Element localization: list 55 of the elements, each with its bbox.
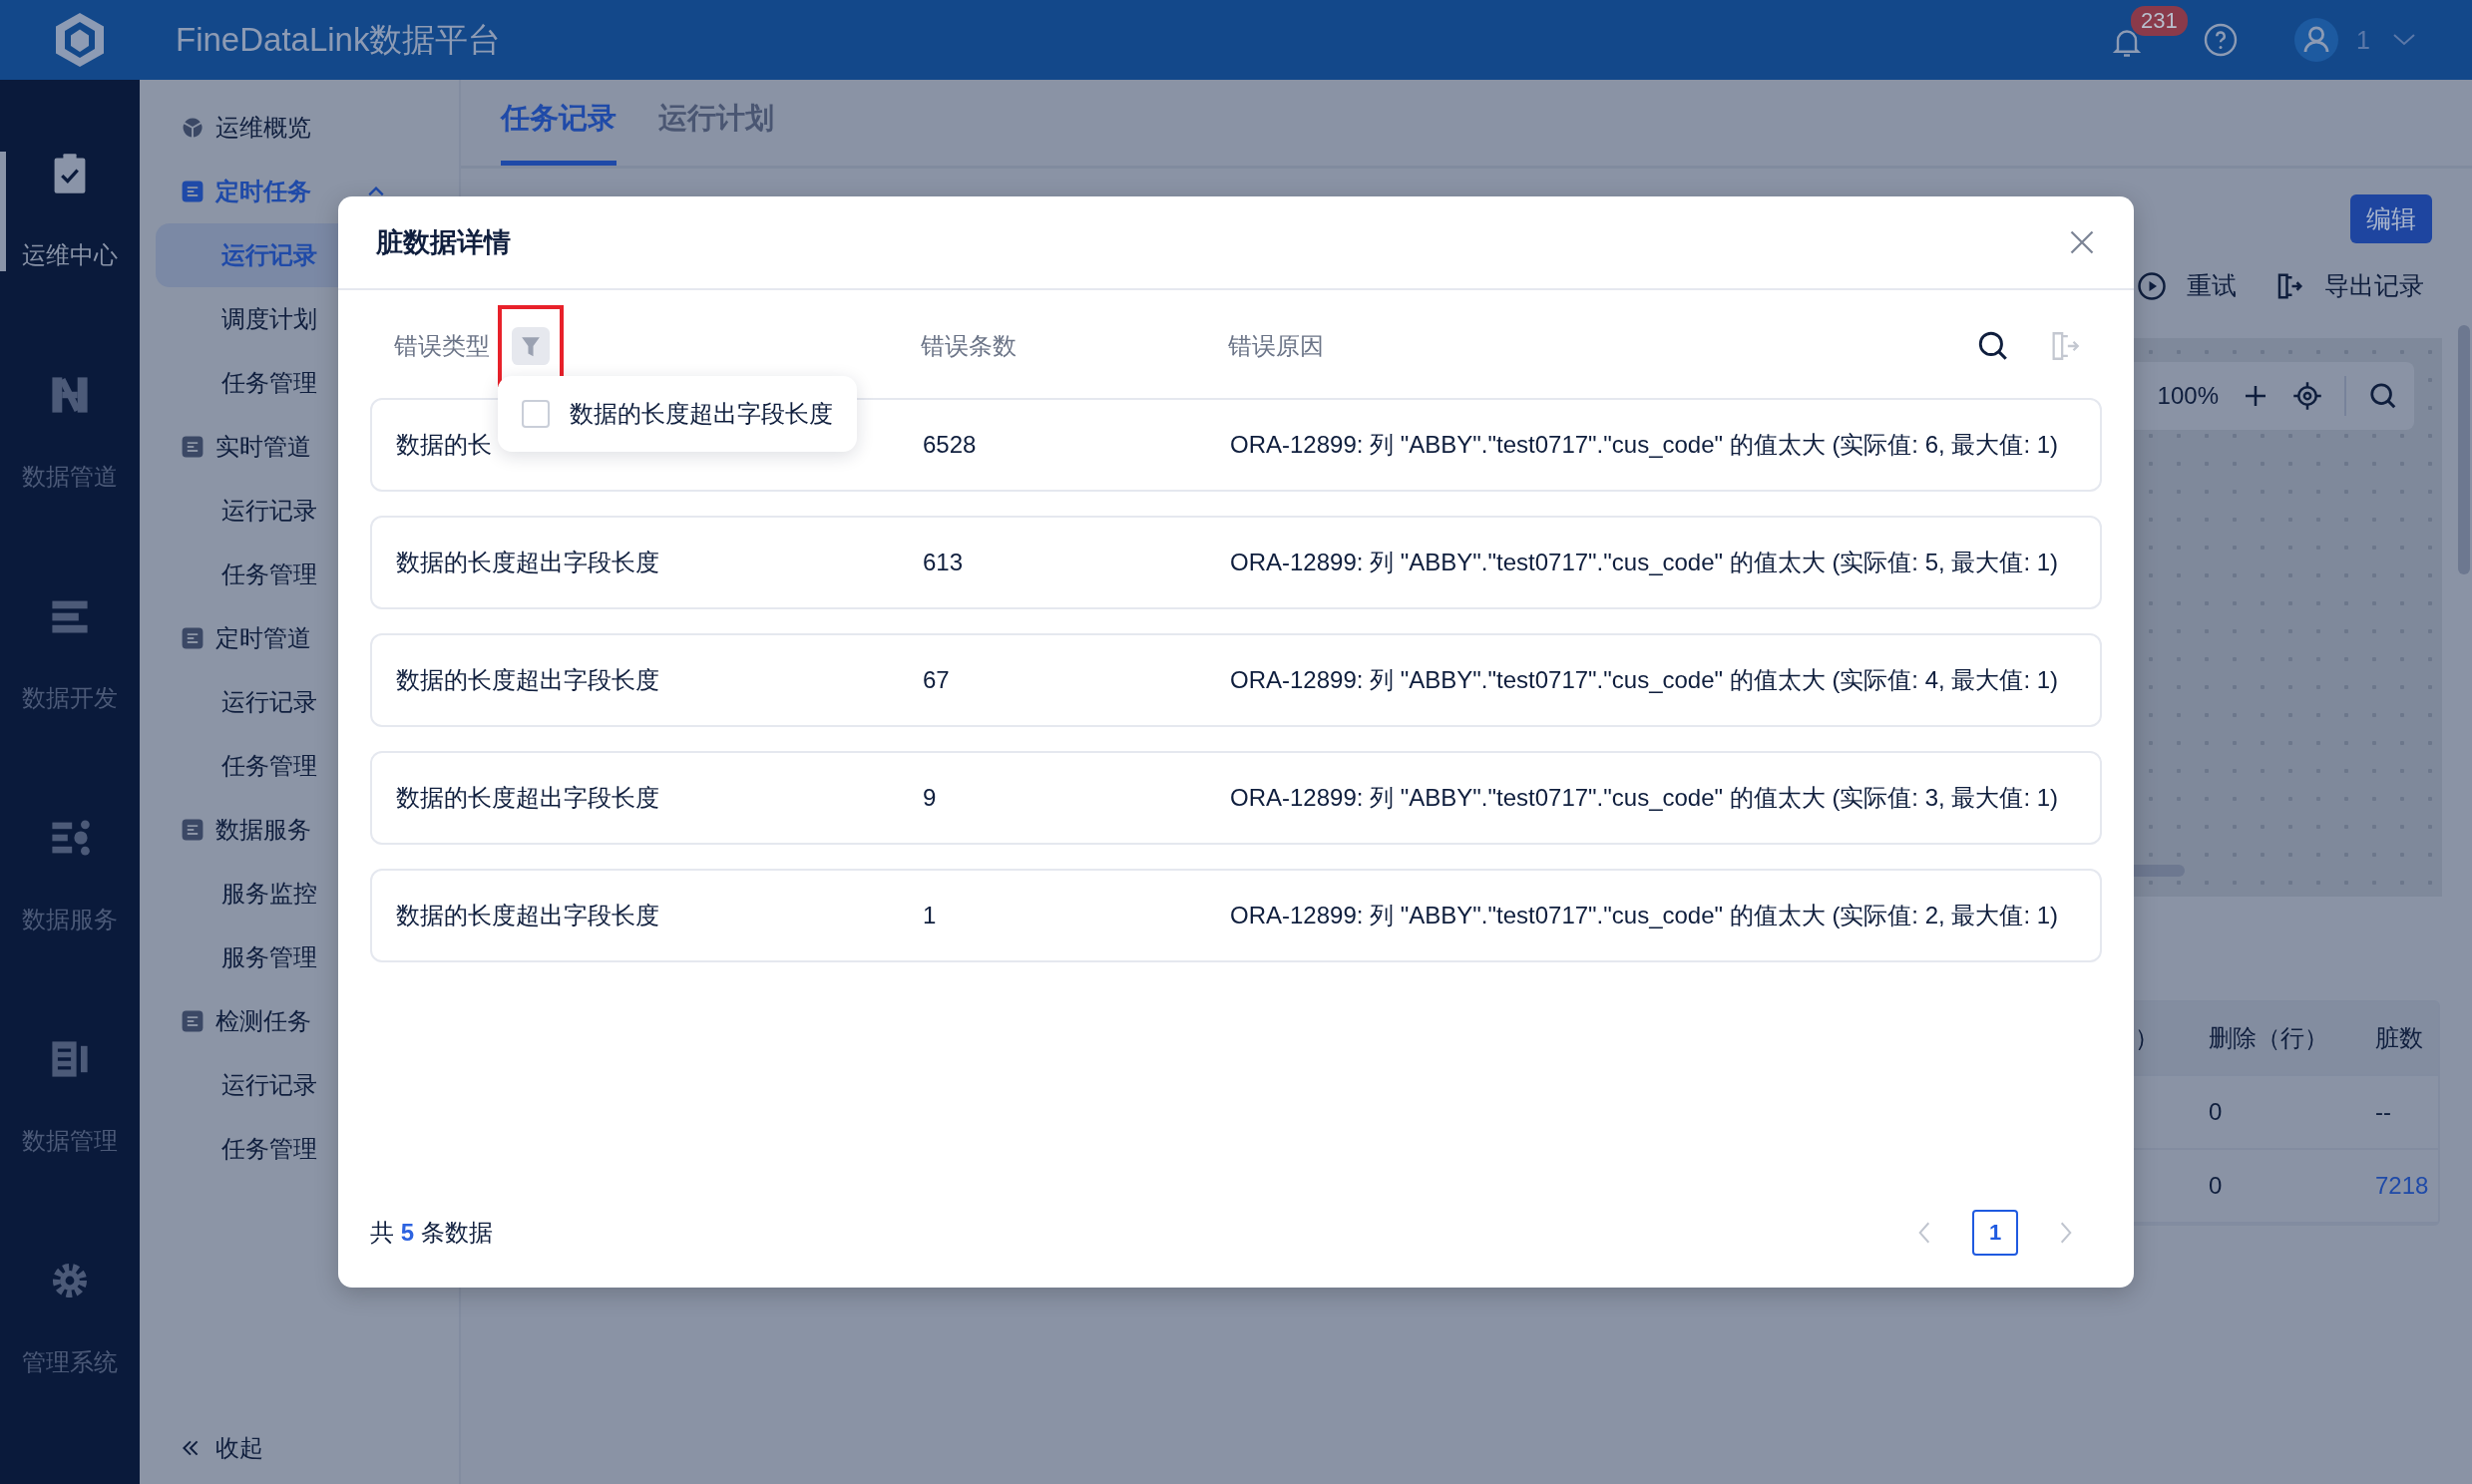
scrollbar[interactable] (2458, 325, 2470, 574)
checkbox[interactable] (522, 400, 550, 428)
list-icon (180, 179, 206, 204)
notification-badge: 231 (2131, 6, 2188, 36)
toolbar-action[interactable]: 重试 (2137, 269, 2237, 302)
table-cell-text: ORA-12899: 列 "ABBY"."test0717"."cus_code" 的值太大 (实际值: 2, 最大值: 1) (1230, 901, 2060, 930)
filter-option[interactable]: 数据的长度超出字段长度 (522, 398, 833, 430)
filter-icon[interactable] (512, 327, 550, 365)
chart-icon (180, 115, 206, 141)
help-icon[interactable] (2203, 22, 2240, 58)
page-button[interactable]: 1 (1972, 1210, 2018, 1256)
table-cell-text: 数据的长度超出字段长度 (395, 548, 660, 577)
column-header: 错误类型 (394, 331, 490, 361)
target-icon[interactable] (2292, 381, 2322, 411)
collapse-button[interactable]: 收起 (140, 1432, 459, 1464)
table-cell-text: 0 (2209, 1172, 2224, 1200)
prev-page-icon[interactable] (1916, 1220, 1932, 1246)
total-count: 共 5 条数据 (370, 1218, 493, 1248)
toolbar-action[interactable]: 导出记录 (2274, 269, 2424, 302)
column-header: 删除（行） (2209, 1023, 2329, 1053)
edit-button[interactable]: 编辑 (2350, 194, 2432, 243)
table-cell-text: -- (2375, 1098, 2392, 1126)
table-cell-text: 数据的长度超出字段长度 (395, 665, 660, 695)
avatar-icon[interactable] (2294, 18, 2339, 62)
close-icon[interactable] (2068, 228, 2096, 256)
app-title: FineDataLink数据平台 (176, 19, 502, 60)
column-header: 错误条数 (921, 331, 1018, 361)
table-cell-text: 数据的长 (395, 430, 493, 460)
list-icon (180, 434, 206, 460)
list-icon (180, 1008, 206, 1034)
list-icon (180, 817, 206, 843)
caret-up-icon[interactable] (367, 186, 385, 197)
table-cell-text: 6528 (923, 431, 978, 459)
sidebar-group[interactable]: 运维概览 (140, 96, 459, 160)
table-cell-text: ORA-12899: 列 "ABBY"."test0717"."cus_code" 的值太大 (实际值: 5, 最大值: 1) (1230, 548, 2060, 577)
table-cell-text: ORA-12899: 列 "ABBY"."test0717"."cus_code" 的值太大 (实际值: 6, 最大值: 1) (1230, 430, 2060, 460)
list-icon (180, 625, 206, 651)
table-cell-text: 数据的长度超出字段长度 (395, 901, 660, 930)
table-cell-text: 数据的长度超出字段长度 (395, 783, 660, 813)
table-cell-text: 613 (923, 549, 965, 576)
sidebar-group[interactable]: 检测任务 (140, 989, 459, 1053)
zoom-level: 100% (2157, 382, 2219, 410)
play-icon (2137, 270, 2167, 301)
table-cell-text: 9 (923, 784, 938, 812)
next-page-icon[interactable] (2058, 1220, 2074, 1246)
column-header: 错误原因 (1228, 331, 1325, 361)
column-header: 脏数 (2375, 1023, 2424, 1053)
table-cell-text: ORA-12899: 列 "ABBY"."test0717"."cus_code" 的值太大 (实际值: 4, 最大值: 1) (1230, 665, 2060, 695)
table-cell-text: 0 (2209, 1098, 2224, 1126)
table-cell-text: 1 (923, 902, 938, 929)
search-icon[interactable] (1976, 329, 2010, 363)
table-cell-text: ORA-12899: 列 "ABBY"."test0717"."cus_code" 的值太大 (实际值: 3, 最大值: 1) (1230, 783, 2060, 813)
chevron-down-icon[interactable] (2392, 33, 2416, 47)
table-cell-text: 67 (923, 666, 951, 694)
column-header: ） (2134, 1023, 2160, 1053)
